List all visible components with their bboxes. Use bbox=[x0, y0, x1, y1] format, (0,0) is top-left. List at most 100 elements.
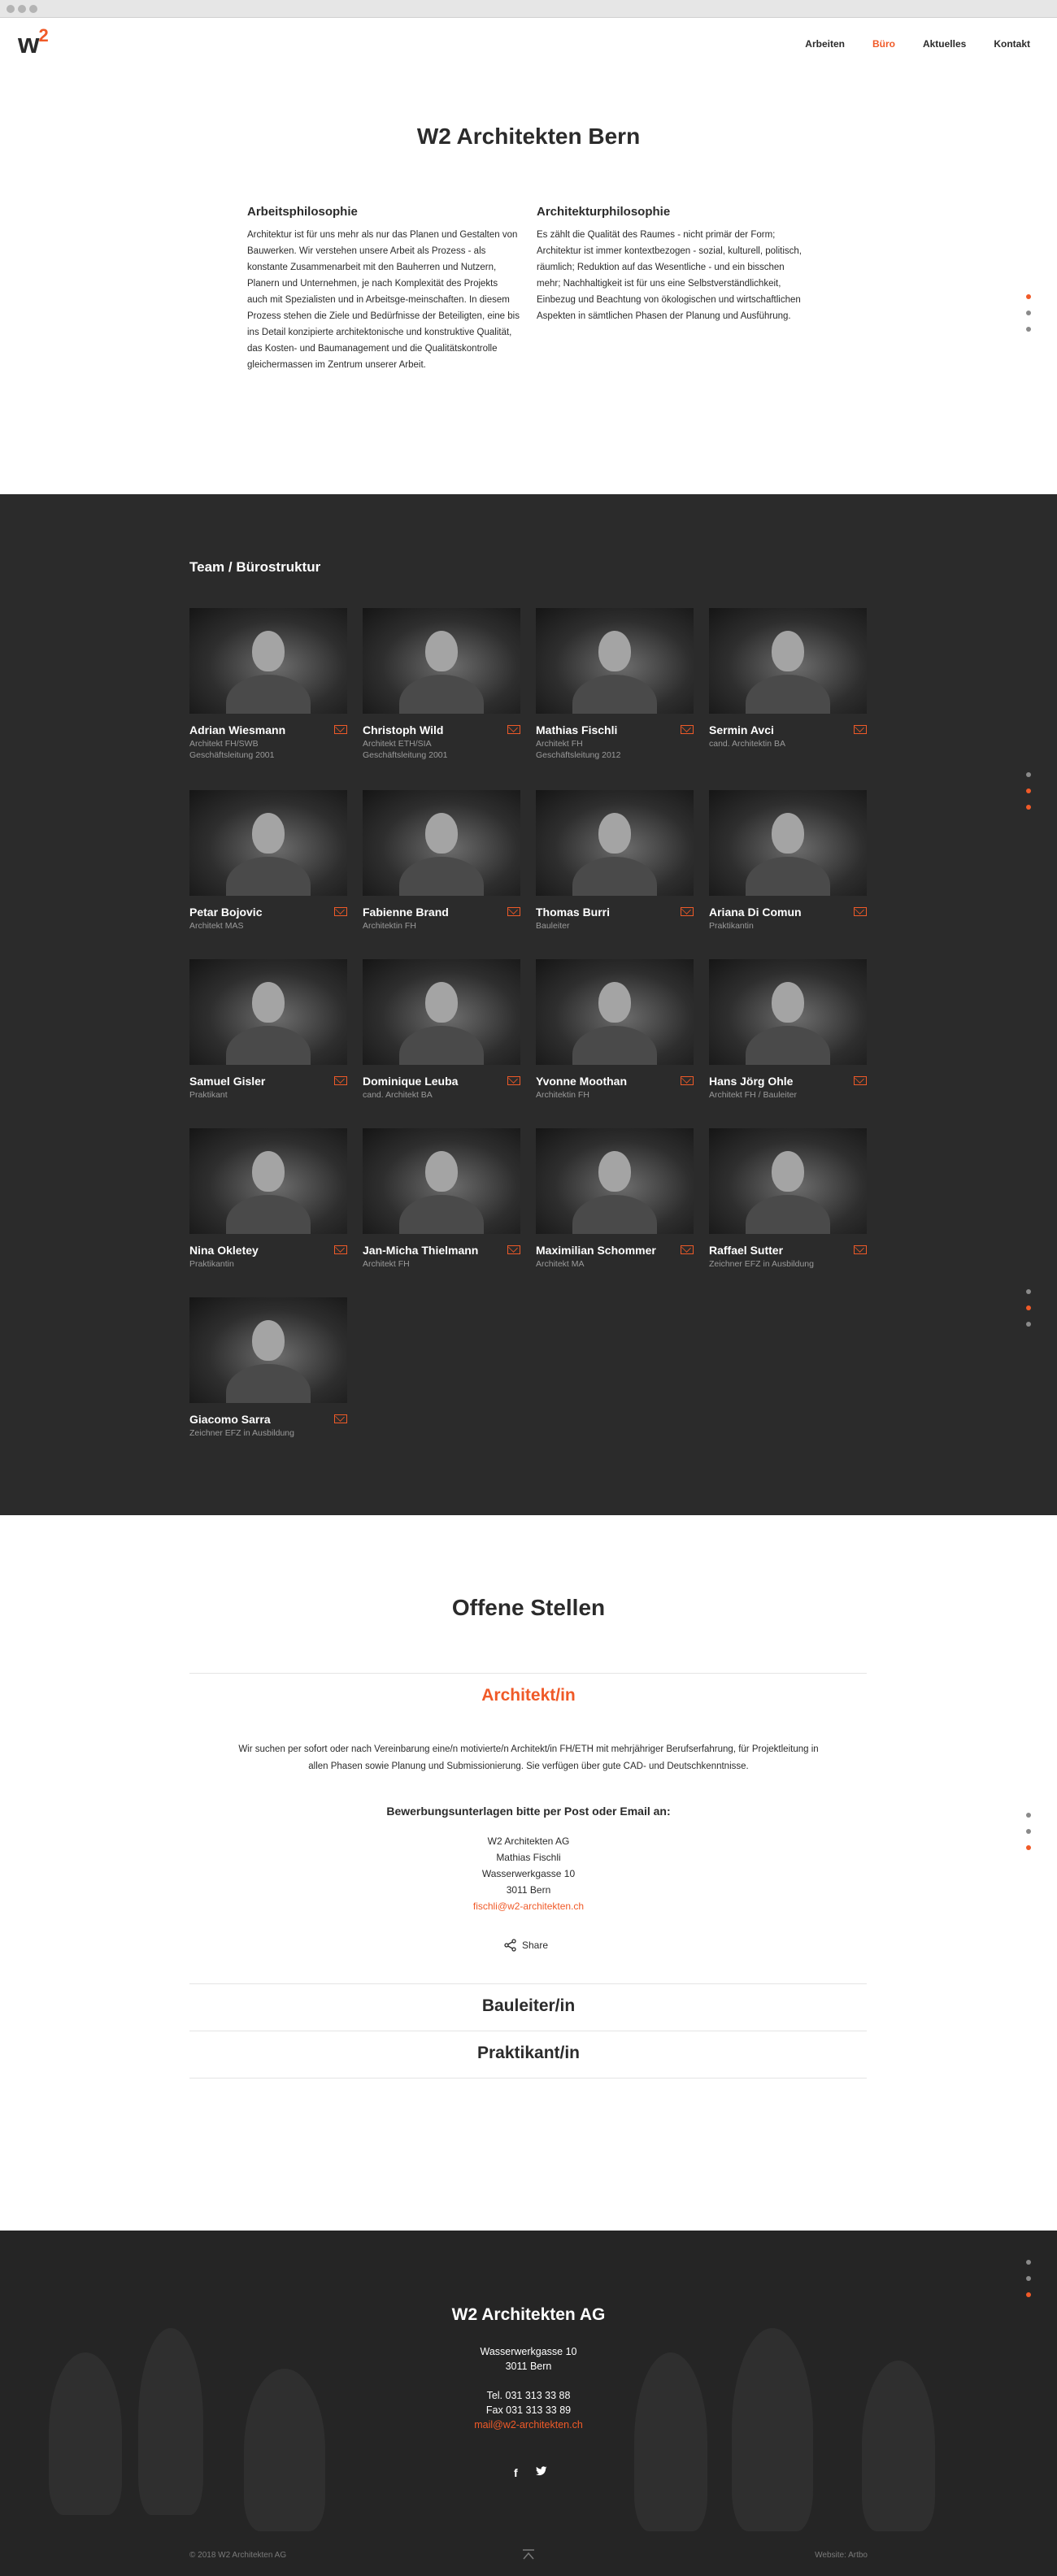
mail-icon[interactable] bbox=[334, 1414, 347, 1423]
team-member-photo bbox=[189, 959, 347, 1065]
mail-icon[interactable] bbox=[681, 907, 694, 916]
photo-silhouette-body bbox=[399, 1195, 484, 1234]
job-title-bauleiter[interactable]: Bauleiter/in bbox=[0, 1996, 1057, 2016]
photo-silhouette-head bbox=[772, 982, 804, 1023]
mail-icon[interactable] bbox=[507, 725, 520, 734]
pager-dot[interactable] bbox=[1026, 1305, 1031, 1310]
nav-item-aktuelles[interactable]: Aktuelles bbox=[923, 38, 966, 50]
mail-icon[interactable] bbox=[681, 1076, 694, 1085]
mail-icon[interactable] bbox=[507, 1076, 520, 1085]
team-member-card: Maximilian Schommer Architekt MA bbox=[536, 1128, 694, 1270]
mail-icon[interactable] bbox=[854, 1245, 867, 1254]
team-member-role: Bauleiter bbox=[536, 921, 570, 931]
team-member-role-detail: Geschäftsleitung 2001 bbox=[363, 750, 448, 760]
job-title-praktikant[interactable]: Praktikant/in bbox=[0, 2044, 1057, 2063]
photo-silhouette-body bbox=[746, 675, 830, 714]
logo[interactable]: w2 bbox=[18, 25, 49, 63]
section-pager bbox=[1026, 2260, 1031, 2309]
photo-silhouette-head bbox=[425, 813, 458, 854]
pager-dot[interactable] bbox=[1026, 2292, 1031, 2297]
twitter-icon[interactable] bbox=[535, 2466, 547, 2476]
window-maximize-dot[interactable] bbox=[29, 5, 37, 13]
pager-dot[interactable] bbox=[1026, 772, 1031, 777]
window-close-dot[interactable] bbox=[7, 5, 15, 13]
pager-dot[interactable] bbox=[1026, 1829, 1031, 1834]
photo-silhouette-head bbox=[772, 813, 804, 854]
job-email-link[interactable]: fischli@w2-architekten.ch bbox=[0, 1901, 1057, 1912]
mail-icon[interactable] bbox=[854, 907, 867, 916]
team-member-photo bbox=[363, 1128, 520, 1234]
pager-dot[interactable] bbox=[1026, 1813, 1031, 1818]
philosophy-column-left: Arbeitsphilosophie Architektur ist für u… bbox=[247, 205, 520, 373]
facebook-icon[interactable]: f bbox=[514, 2466, 518, 2479]
photo-silhouette-body bbox=[399, 1026, 484, 1065]
share-icon bbox=[504, 1939, 516, 1952]
mail-icon[interactable] bbox=[334, 725, 347, 734]
job-title-architekt[interactable]: Architekt/in bbox=[0, 1686, 1057, 1705]
team-member-card: Sermin Avci cand. Architektin BA bbox=[709, 608, 867, 749]
team-member-role: Architektin FH bbox=[363, 921, 416, 931]
mail-icon[interactable] bbox=[681, 725, 694, 734]
photo-silhouette-head bbox=[598, 813, 631, 854]
team-member-card: Hans Jörg Ohle Architekt FH / Bauleiter bbox=[709, 959, 867, 1101]
footer-email-link[interactable]: mail@w2-architekten.ch bbox=[0, 2419, 1057, 2430]
footer-website-credit[interactable]: Website: Artbo bbox=[815, 2551, 868, 2560]
site-footer: W2 Architekten AG Wasserwerkgasse 10 301… bbox=[0, 2231, 1057, 2576]
mail-icon[interactable] bbox=[681, 1245, 694, 1254]
team-member-name: Fabienne Brand bbox=[363, 906, 449, 919]
team-member-card: Giacomo Sarra Zeichner EFZ in Ausbildung bbox=[189, 1297, 347, 1439]
column-text: Es zählt die Qualität des Raumes - nicht… bbox=[537, 230, 802, 321]
nav-item-buero[interactable]: Büro bbox=[872, 38, 895, 50]
page-title: W2 Architekten Bern bbox=[416, 124, 641, 149]
main-nav: Arbeiten Büro Aktuelles Kontakt bbox=[805, 18, 1030, 70]
footer-fax: Fax 031 313 33 89 bbox=[485, 2404, 572, 2416]
pager-dot[interactable] bbox=[1026, 1289, 1031, 1294]
team-member-card: Petar Bojovic Architekt MAS bbox=[189, 790, 347, 932]
team-member-photo bbox=[709, 608, 867, 714]
scroll-to-top-icon[interactable] bbox=[521, 2549, 536, 2561]
photo-silhouette-head bbox=[598, 982, 631, 1023]
address-line: W2 Architekten AG bbox=[487, 1835, 570, 1847]
mail-icon[interactable] bbox=[854, 1076, 867, 1085]
mail-icon[interactable] bbox=[334, 907, 347, 916]
pager-dot[interactable] bbox=[1026, 294, 1031, 299]
address-line: 3011 Bern bbox=[506, 1884, 551, 1896]
photo-silhouette-head bbox=[252, 813, 285, 854]
team-member-name: Maximilian Schommer bbox=[536, 1244, 656, 1257]
footer-tel: Tel. 031 313 33 88 bbox=[486, 2390, 571, 2401]
team-member-photo bbox=[189, 1297, 347, 1403]
photo-silhouette-head bbox=[252, 1151, 285, 1192]
logo-text: w bbox=[18, 28, 39, 59]
section-pager bbox=[1026, 1813, 1031, 1861]
nav-item-kontakt[interactable]: Kontakt bbox=[994, 38, 1030, 50]
window-minimize-dot[interactable] bbox=[18, 5, 26, 13]
mail-icon[interactable] bbox=[334, 1245, 347, 1254]
pager-dot[interactable] bbox=[1026, 1322, 1031, 1327]
team-member-photo bbox=[363, 959, 520, 1065]
mail-icon[interactable] bbox=[507, 907, 520, 916]
share-button[interactable]: Share bbox=[504, 1939, 548, 1952]
footer-title: W2 Architekten AG bbox=[451, 2305, 606, 2324]
mail-icon[interactable] bbox=[507, 1245, 520, 1254]
team-member-name: Dominique Leuba bbox=[363, 1075, 459, 1088]
team-member-role: Architekt FH / Bauleiter bbox=[709, 1090, 797, 1100]
mail-icon[interactable] bbox=[854, 725, 867, 734]
team-member-role-detail: Geschäftsleitung 2001 bbox=[189, 750, 275, 760]
pager-dot[interactable] bbox=[1026, 2260, 1031, 2265]
photo-silhouette-body bbox=[746, 1026, 830, 1065]
team-member-photo bbox=[536, 959, 694, 1065]
team-member-name: Sermin Avci bbox=[709, 723, 774, 736]
pager-dot[interactable] bbox=[1026, 2276, 1031, 2281]
philosophy-column-right: Architekturphilosophie Es zählt die Qual… bbox=[537, 205, 810, 324]
pager-dot[interactable] bbox=[1026, 327, 1031, 332]
photo-silhouette-body bbox=[226, 675, 311, 714]
team-section: Team / Bürostruktur Adrian Wiesmann Archi… bbox=[0, 494, 1057, 1515]
team-title: Team / Bürostruktur bbox=[189, 559, 321, 575]
pager-dot[interactable] bbox=[1026, 805, 1031, 810]
mail-icon[interactable] bbox=[334, 1076, 347, 1085]
pager-dot[interactable] bbox=[1026, 788, 1031, 793]
pager-dot[interactable] bbox=[1026, 1845, 1031, 1850]
pager-dot[interactable] bbox=[1026, 311, 1031, 315]
nav-item-arbeiten[interactable]: Arbeiten bbox=[805, 38, 845, 50]
team-member-role: Architekt MAS bbox=[189, 921, 244, 931]
